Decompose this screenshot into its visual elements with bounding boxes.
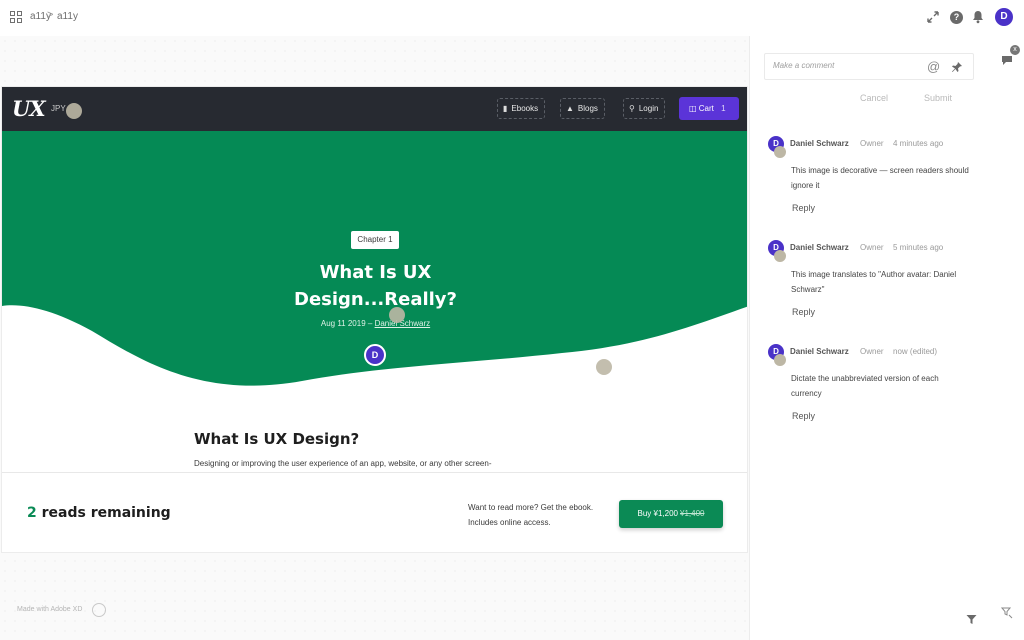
submit-button[interactable]: Submit	[924, 93, 952, 103]
basket-icon: ◫	[689, 104, 699, 113]
nav-blogs-button[interactable]: ▲ Blogs	[560, 98, 605, 119]
pin-icon[interactable]	[951, 60, 963, 78]
buy-label: Buy ¥1,200	[637, 509, 678, 518]
hero-date: Aug 11 2019	[320, 319, 366, 328]
comment-pin-marker[interactable]	[596, 359, 612, 375]
made-with-xd[interactable]: Made with Adobe XD	[17, 606, 82, 613]
author-avatar: D	[364, 344, 386, 366]
user-avatar[interactable]: D	[995, 8, 1013, 26]
comment-input[interactable]	[773, 61, 913, 70]
hero-meta: Aug 11 2019 – Daniel Schwarz	[282, 319, 469, 328]
comment-pin-dot	[774, 354, 786, 366]
reads-label: reads remaining	[41, 505, 171, 521]
currency-selector[interactable]: JPY	[51, 104, 66, 113]
site-logo[interactable]: UX	[12, 96, 46, 121]
comment-author: Daniel Schwarz	[790, 139, 849, 148]
comment-role: Owner	[860, 139, 884, 148]
reply-button[interactable]: Reply	[792, 411, 815, 421]
comment-box: @	[764, 53, 974, 80]
comment-role: Owner	[860, 347, 884, 356]
filter-icon[interactable]	[966, 612, 977, 630]
article-excerpt: Designing or improving the user experien…	[194, 459, 492, 468]
comments-panel: @ Cancel Submit D Daniel Schwarz Owner 4…	[749, 36, 990, 640]
comment-text: This image is decorative — screen reader…	[791, 166, 969, 190]
expand-icon[interactable]	[927, 11, 939, 23]
reads-remaining: 2 reads remaining	[27, 505, 171, 521]
nav-login-button[interactable]: ⚲ Login	[623, 98, 666, 119]
nav-ebooks-label: Ebooks	[511, 104, 539, 113]
old-price: ¥1,400	[680, 509, 705, 518]
paywall-banner: 2 reads remaining Want to read more? Get…	[2, 472, 747, 552]
grid-icon[interactable]	[10, 11, 22, 23]
paywall-prompt: Want to read more? Get the ebook. Includ…	[468, 503, 594, 527]
reply-button[interactable]: Reply	[792, 203, 815, 213]
reply-button[interactable]: Reply	[792, 307, 815, 317]
comment-author: Daniel Schwarz	[790, 347, 849, 356]
comment-time: 5 minutes ago	[893, 243, 944, 252]
book-icon: ▮	[503, 104, 508, 113]
nav-blogs-label: Blogs	[577, 104, 598, 113]
creative-cloud-icon	[92, 603, 106, 617]
cart-button[interactable]: ◫ Cart 1	[679, 97, 739, 120]
cart-label: Cart	[698, 104, 714, 113]
nav-ebooks-button[interactable]: ▮ Ebooks	[497, 98, 546, 119]
cancel-button[interactable]: Cancel	[860, 93, 888, 103]
chapter-badge: Chapter 1	[351, 231, 399, 249]
comment-pin-dot	[774, 250, 786, 262]
comment-time: now (edited)	[893, 347, 938, 356]
help-icon[interactable]: ?	[950, 11, 963, 24]
reads-count: 2	[27, 505, 37, 521]
hero-title: What Is UX Design...Really?	[294, 262, 457, 310]
buy-button[interactable]: Buy ¥1,200 ¥1,400	[619, 500, 723, 528]
comment-pin-marker[interactable]	[389, 307, 405, 323]
comment-time: 4 minutes ago	[893, 139, 944, 148]
artboard: UX JPY ▮ Ebooks ▲ Blogs ⚲ Login ◫ Cart 1 Ch…	[1, 86, 748, 553]
comment-role: Owner	[860, 243, 884, 252]
comment-pin-marker[interactable]	[66, 103, 82, 119]
mention-icon[interactable]: @	[927, 59, 940, 74]
comment-text: Dictate the unabbreviated version of eac…	[791, 374, 939, 398]
breadcrumb-separator: >	[47, 9, 54, 21]
comment-author: Daniel Schwarz	[790, 243, 849, 252]
hero-section: Chapter 1 What Is UX Design...Really? Au…	[2, 131, 747, 391]
top-bar: a11y > a11y ? D	[0, 0, 1024, 36]
breadcrumb-artboard[interactable]: a11y	[57, 11, 78, 22]
hero-dash: –	[367, 319, 373, 328]
site-nav: UX JPY ▮ Ebooks ▲ Blogs ⚲ Login ◫ Cart 1	[2, 87, 747, 131]
cart-count: 1	[721, 104, 726, 113]
key-icon: ⚲	[629, 104, 635, 113]
bell-icon[interactable]	[972, 10, 984, 24]
cap-icon: ▲	[566, 104, 574, 113]
nav-login-label: Login	[638, 104, 659, 113]
resolved-filter-icon[interactable]	[1000, 606, 1013, 624]
comments-toggle[interactable]: x	[998, 45, 1020, 71]
comment-pin-dot	[774, 146, 786, 158]
comment-bubble-icon	[1001, 53, 1013, 71]
comment-text: This image translates to "Author avatar:…	[791, 270, 957, 294]
article-title: What Is UX Design?	[194, 430, 360, 448]
close-badge-icon[interactable]: x	[1010, 45, 1020, 55]
